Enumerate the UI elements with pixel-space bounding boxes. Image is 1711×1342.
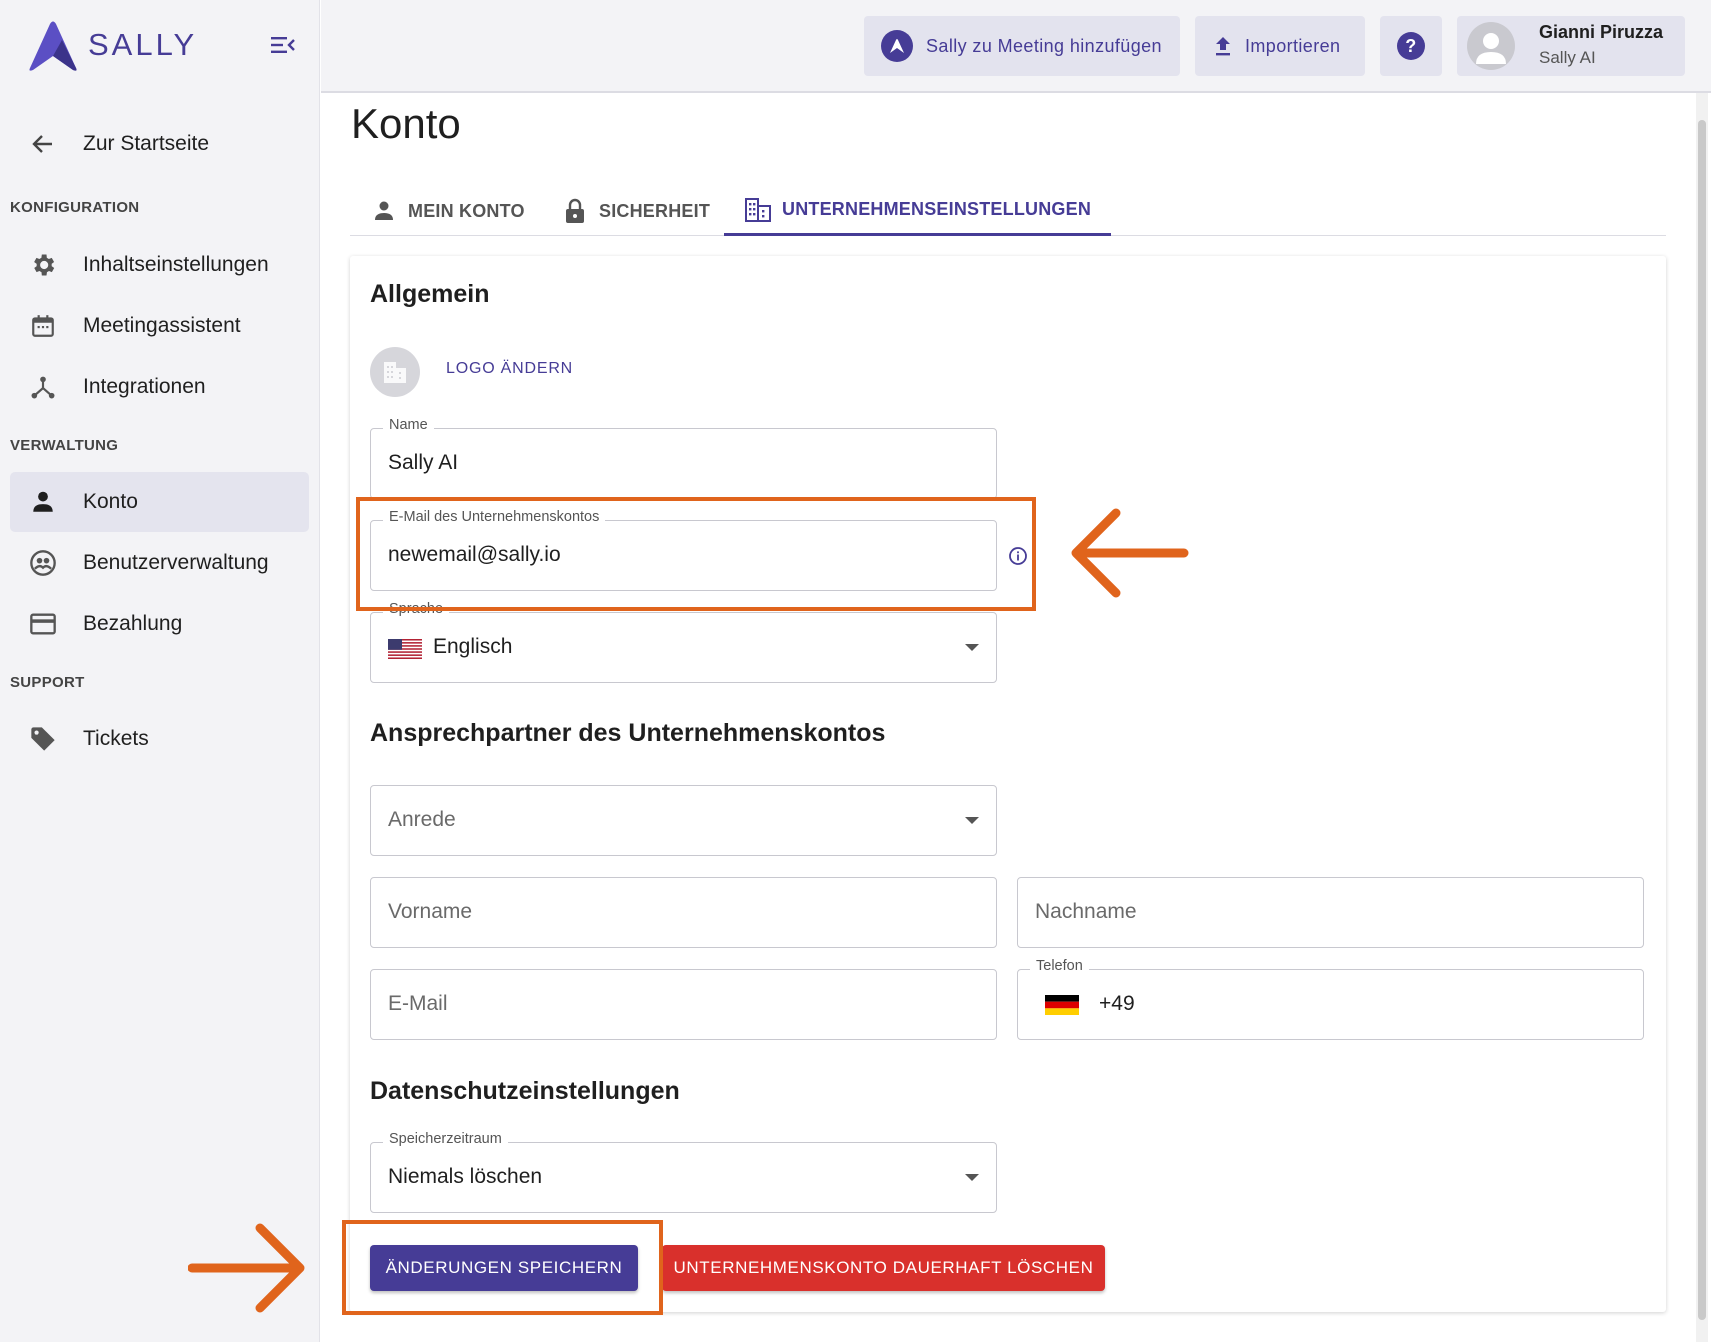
page-title: Konto [351, 100, 461, 147]
section-support: SUPPORT [10, 674, 85, 691]
svg-text:?: ? [1405, 36, 1416, 56]
phone-input[interactable]: Telefon +49 [1017, 958, 1644, 1040]
collapse-menu-icon[interactable] [270, 32, 296, 58]
field-placeholder: Vorname [388, 900, 473, 923]
scrollbar-thumb[interactable] [1698, 120, 1706, 1320]
chevron-down-icon [965, 817, 979, 824]
change-logo-button[interactable]: LOGO ÄNDERN [446, 360, 573, 378]
tab-company-settings[interactable]: UNTERNEHMENSEINSTELLUNGEN [724, 186, 1112, 236]
tab-security[interactable]: SICHERHEIT [561, 186, 710, 236]
tab-label: MEIN KONTO [408, 200, 525, 221]
firstname-input[interactable]: Vorname [370, 877, 997, 948]
section-general-title: Allgemein [370, 280, 490, 308]
sidebar: SALLY Zur Startseite KONFIGURATION Inhal… [0, 0, 320, 1342]
salutation-select[interactable]: Anrede [370, 785, 997, 856]
section-privacy-title: Datenschutzeinstellungen [370, 1077, 680, 1105]
save-highlight-box [342, 1220, 663, 1315]
user-organization: Sally AI [1539, 48, 1596, 67]
contact-email-input[interactable]: E-Mail [370, 969, 997, 1040]
sidebar-item-label: Inhaltseinstellungen [83, 253, 269, 276]
chevron-down-icon [965, 644, 979, 651]
sidebar-item-content-settings[interactable]: Inhaltseinstellungen [10, 235, 309, 295]
field-placeholder: E-Mail [388, 992, 448, 1015]
sidebar-item-integrations[interactable]: Integrationen [10, 357, 309, 417]
calendar-icon [28, 311, 58, 341]
chevron-down-icon [965, 1174, 979, 1181]
germany-flag-icon[interactable] [1045, 995, 1079, 1015]
user-avatar-icon [1476, 33, 1506, 64]
language-select[interactable]: Sprache Englisch [370, 601, 997, 683]
section-verwaltung: VERWALTUNG [10, 437, 119, 454]
arrow-right-annotation-icon [188, 1223, 305, 1313]
section-contact-title: Ansprechpartner des Unternehmenskontos [370, 719, 886, 747]
field-value: Niemals löschen [388, 1165, 543, 1188]
tab-label: SICHERHEIT [599, 200, 711, 221]
retention-select[interactable]: Speicherzeitraum Niemals löschen [370, 1131, 997, 1213]
sidebar-item-label: Meetingassistent [83, 314, 241, 337]
help-button[interactable]: ? [1380, 16, 1442, 76]
help-icon: ? [1397, 32, 1425, 60]
sally-badge-icon [881, 30, 913, 62]
field-label: Speicherzeitraum [383, 1131, 508, 1147]
sidebar-item-label: Integrationen [83, 375, 206, 398]
import-label: Importieren [1245, 35, 1341, 56]
building-icon [384, 362, 406, 383]
logo[interactable]: SALLY [24, 18, 197, 72]
field-placeholder: Nachname [1035, 900, 1137, 923]
sidebar-item-label: Bezahlung [83, 612, 183, 635]
arrow-left-icon [28, 129, 58, 159]
company-name-field[interactable]: Name Sally AI [370, 417, 997, 499]
sidebar-item-account[interactable]: Konto [10, 472, 309, 532]
tag-icon [28, 724, 58, 754]
top-bar: Sally zu Meeting hinzufügen Importieren … [321, 0, 1711, 93]
us-flag-icon [388, 639, 422, 659]
building-icon [744, 196, 772, 224]
back-label: Zur Startseite [83, 132, 210, 155]
users-group-icon [28, 548, 58, 578]
field-value: Sally AI [388, 451, 459, 474]
sidebar-item-user-management[interactable]: Benutzerverwaltung [10, 533, 309, 593]
brand-name: SALLY [88, 27, 198, 62]
person-icon [370, 197, 398, 225]
back-to-home-link[interactable]: Zur Startseite [10, 114, 309, 174]
field-placeholder: Anrede [388, 808, 456, 831]
sidebar-item-label: Konto [83, 490, 138, 513]
gear-icon [28, 250, 58, 280]
avatar [1467, 22, 1515, 70]
user-name: Gianni Piruzza [1539, 22, 1664, 42]
import-button[interactable]: Importieren [1195, 16, 1365, 76]
lock-icon [561, 197, 589, 225]
add-to-meeting-button[interactable]: Sally zu Meeting hinzufügen [864, 16, 1180, 76]
email-highlight-box [356, 497, 1036, 611]
field-label: Name [383, 417, 434, 433]
account-tabs: MEIN KONTO SICHERHEIT UNTERNEHMENSEINSTE… [350, 186, 1666, 236]
delete-company-account-button[interactable]: UNTERNEHMENSKONTO DAUERHAFT LÖSCHEN [662, 1245, 1105, 1291]
field-label: Telefon [1030, 958, 1089, 974]
tab-my-account[interactable]: MEIN KONTO [370, 186, 525, 236]
integration-hub-icon [28, 372, 58, 402]
section-konfiguration: KONFIGURATION [10, 199, 140, 216]
lastname-input[interactable]: Nachname [1017, 877, 1644, 948]
add-to-meeting-label: Sally zu Meeting hinzufügen [926, 35, 1162, 56]
sidebar-item-tickets[interactable]: Tickets [10, 709, 309, 769]
sidebar-item-billing[interactable]: Bezahlung [10, 594, 309, 654]
field-value: +49 [1099, 992, 1135, 1015]
person-icon [28, 487, 58, 517]
arrow-left-annotation-icon [1071, 508, 1189, 598]
field-value: Englisch [433, 635, 513, 658]
company-logo-placeholder [370, 347, 420, 397]
tab-label: UNTERNEHMENSEINSTELLUNGEN [782, 199, 1092, 219]
credit-card-icon [28, 609, 58, 639]
user-menu[interactable]: Gianni Piruzza Sally AI [1457, 16, 1685, 76]
sidebar-item-label: Benutzerverwaltung [83, 551, 269, 574]
sidebar-item-label: Tickets [83, 727, 149, 750]
sidebar-item-meeting-assistant[interactable]: Meetingassistent [10, 296, 309, 356]
upload-icon [1216, 37, 1230, 56]
sally-logo-icon [29, 21, 77, 71]
